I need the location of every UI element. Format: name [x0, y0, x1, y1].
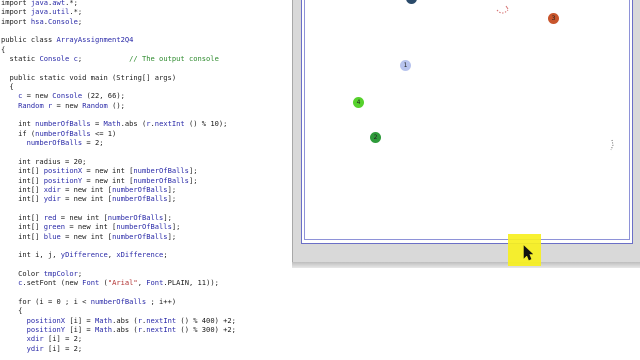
- code-line[interactable]: if (numberOfBalls <= 1): [1, 129, 236, 138]
- code-line[interactable]: [1, 63, 236, 72]
- ball-trail-artifact: [496, 5, 509, 14]
- code-line[interactable]: [1, 204, 236, 213]
- canvas-border: [304, 0, 630, 240]
- code-line[interactable]: public class ArrayAssignment2Q4: [1, 35, 236, 44]
- code-line[interactable]: int[] red = new int [numberOfBalls];: [1, 213, 236, 222]
- code-line[interactable]: import java.util.*;: [1, 7, 236, 16]
- animation-canvas: 1 3 4 2: [301, 0, 633, 244]
- code-line[interactable]: c.setFont (new Font ("Arial", Font.PLAIN…: [1, 278, 236, 287]
- code-line[interactable]: int numberOfBalls = Math.abs (r.nextInt …: [1, 119, 236, 128]
- ball-4-label: 4: [356, 99, 361, 106]
- source-code[interactable]: import java.awt.*; import java.util.*; imp…: [1, 0, 236, 353]
- code-line[interactable]: positionX [i] = Math.abs (r.nextInt () %…: [1, 316, 236, 325]
- ball-1-label: 1: [403, 62, 408, 69]
- code-line[interactable]: c = new Console (22, 66);: [1, 91, 236, 100]
- code-line[interactable]: int radius = 20;: [1, 157, 236, 166]
- code-line[interactable]: [1, 26, 236, 35]
- ball-2-label: 2: [373, 134, 378, 141]
- code-line[interactable]: Random r = new Random ();: [1, 101, 236, 110]
- code-line[interactable]: numberOfBalls = 2;: [1, 138, 236, 147]
- code-line[interactable]: xdir [i] = 2;: [1, 334, 236, 343]
- code-line[interactable]: {: [1, 82, 236, 91]
- code-line[interactable]: [1, 288, 236, 297]
- ball-3: 3: [548, 13, 559, 24]
- code-line[interactable]: int i, j, yDifference, xDifference;: [1, 250, 236, 259]
- code-editor[interactable]: import java.awt.*; import java.util.*; imp…: [0, 0, 292, 360]
- code-line[interactable]: {: [1, 45, 236, 54]
- ball-3-label: 3: [551, 15, 556, 22]
- code-line[interactable]: int[] blue = new int [numberOfBalls];: [1, 232, 236, 241]
- window-bottom-edge: [292, 262, 640, 268]
- code-line[interactable]: import java.awt.*;: [1, 0, 236, 7]
- ball-4: 4: [353, 97, 364, 108]
- code-line[interactable]: static Console c; // The output console: [1, 54, 236, 63]
- code-line[interactable]: int[] positionX = new int [numberOfBalls…: [1, 166, 236, 175]
- code-line[interactable]: for (i = 0 ; i < numberOfBalls ; i++): [1, 297, 236, 306]
- code-line[interactable]: [1, 260, 236, 269]
- code-line[interactable]: [1, 148, 236, 157]
- code-line[interactable]: int[] positionY = new int [numberOfBalls…: [1, 176, 236, 185]
- code-line[interactable]: {: [1, 306, 236, 315]
- code-line[interactable]: import hsa.Console;: [1, 17, 236, 26]
- mouse-pointer-icon: [523, 245, 533, 261]
- console-output-window[interactable]: 1 3 4 2: [292, 0, 640, 266]
- code-line[interactable]: [1, 241, 236, 250]
- code-line[interactable]: int[] green = new int [numberOfBalls];: [1, 222, 236, 231]
- code-line[interactable]: ydir [i] = 2;: [1, 344, 236, 353]
- code-line[interactable]: public static void main (String[] args): [1, 73, 236, 82]
- code-line[interactable]: positionY [i] = Math.abs (r.nextInt () %…: [1, 325, 236, 334]
- code-line[interactable]: int[] ydir = new int [numberOfBalls];: [1, 194, 236, 203]
- ball-2: 2: [370, 132, 381, 143]
- code-line[interactable]: int[] xdir = new int [numberOfBalls];: [1, 185, 236, 194]
- code-line[interactable]: [1, 110, 236, 119]
- ball-trail-artifact-right: [610, 139, 614, 151]
- code-line[interactable]: Color tmpColor;: [1, 269, 236, 278]
- ball-1: 1: [400, 60, 411, 71]
